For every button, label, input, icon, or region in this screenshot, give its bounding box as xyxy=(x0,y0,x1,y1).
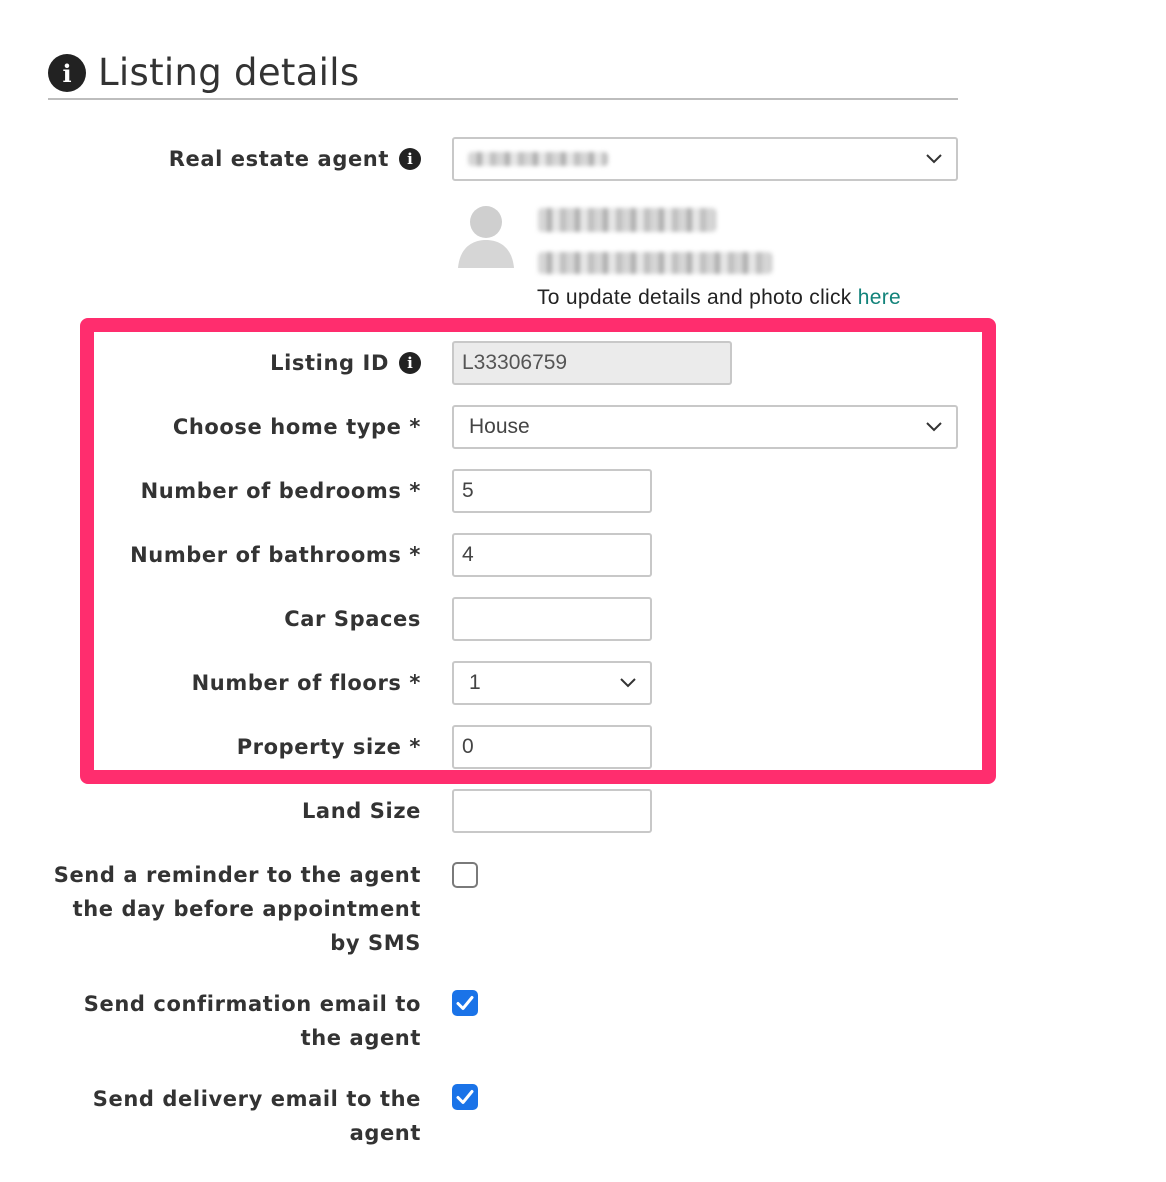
property-size-label: Property size * xyxy=(236,735,421,759)
listing-id-field: L33306759 xyxy=(452,341,732,385)
bathrooms-label: Number of bathrooms * xyxy=(130,543,421,567)
confirmation-email-checkbox[interactable] xyxy=(452,990,478,1016)
home-type-select[interactable]: House xyxy=(452,405,958,449)
checkmark-icon xyxy=(456,996,474,1010)
floors-select[interactable]: 1 xyxy=(452,661,652,705)
listing-id-label: Listing ID i xyxy=(270,346,421,380)
info-icon[interactable]: i xyxy=(399,352,421,374)
bathrooms-input[interactable]: 4 xyxy=(452,533,652,577)
update-details-note: To update details and photo click here xyxy=(537,286,901,309)
land-size-label: Land Size xyxy=(301,799,421,823)
blurred-agent-name xyxy=(468,152,608,166)
delivery-email-checkbox[interactable] xyxy=(452,1084,478,1110)
avatar xyxy=(454,198,518,268)
delivery-email-label: Send delivery email to the agent xyxy=(92,1087,421,1145)
home-type-label: Choose home type * xyxy=(172,415,421,439)
chevron-down-icon xyxy=(926,422,942,432)
car-spaces-input[interactable] xyxy=(452,597,652,641)
chevron-down-icon xyxy=(926,154,942,164)
blurred-agent-email xyxy=(538,252,772,274)
checkmark-icon xyxy=(456,1090,474,1104)
car-spaces-label: Car Spaces xyxy=(284,607,421,631)
land-size-input[interactable] xyxy=(452,789,652,833)
update-details-link[interactable]: here xyxy=(858,286,901,309)
page-title: Listing details xyxy=(98,51,360,94)
blurred-agent-fullname xyxy=(538,208,716,232)
bedrooms-label: Number of bedrooms * xyxy=(140,479,421,503)
floors-label: Number of floors * xyxy=(191,671,421,695)
agent-select[interactable] xyxy=(452,137,958,181)
sms-reminder-checkbox[interactable] xyxy=(452,862,478,888)
bedrooms-input[interactable]: 5 xyxy=(452,469,652,513)
info-icon[interactable]: i xyxy=(399,148,421,170)
property-size-input[interactable]: 0 xyxy=(452,725,652,769)
agent-label: Real estate agent i xyxy=(169,142,421,176)
confirmation-email-label: Send confirmation email to the agent xyxy=(83,992,421,1050)
chevron-down-icon xyxy=(620,678,636,688)
sms-reminder-label: Send a reminder to the agent the day bef… xyxy=(53,863,421,955)
section-header: i Listing details xyxy=(48,48,958,100)
info-circle-icon: i xyxy=(48,54,86,92)
